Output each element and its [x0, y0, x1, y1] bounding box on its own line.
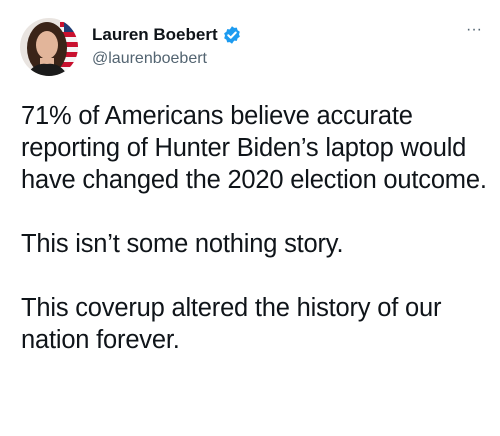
tweet-header: Lauren Boebert @laurenboebert — [20, 18, 242, 76]
tweet: Lauren Boebert @laurenboebert ··· 71% of… — [0, 0, 500, 436]
tweet-paragraph: This coverup altered the history of our … — [21, 294, 442, 354]
author-name-row[interactable]: Lauren Boebert — [92, 24, 242, 46]
author-display-name[interactable]: Lauren Boebert — [92, 24, 218, 46]
tweet-paragraph: This isn’t some nothing story. — [21, 230, 344, 258]
more-options-icon[interactable]: ··· — [466, 22, 482, 38]
author-names: Lauren Boebert @laurenboebert — [92, 24, 242, 70]
avatar[interactable] — [20, 18, 78, 76]
tweet-text: 71% of Americans believe accurate report… — [21, 100, 491, 356]
avatar-image — [20, 18, 78, 76]
tweet-paragraph: 71% of Americans believe accurate report… — [21, 102, 487, 194]
verified-badge-icon — [222, 25, 242, 45]
author-handle[interactable]: @laurenboebert — [92, 48, 242, 70]
